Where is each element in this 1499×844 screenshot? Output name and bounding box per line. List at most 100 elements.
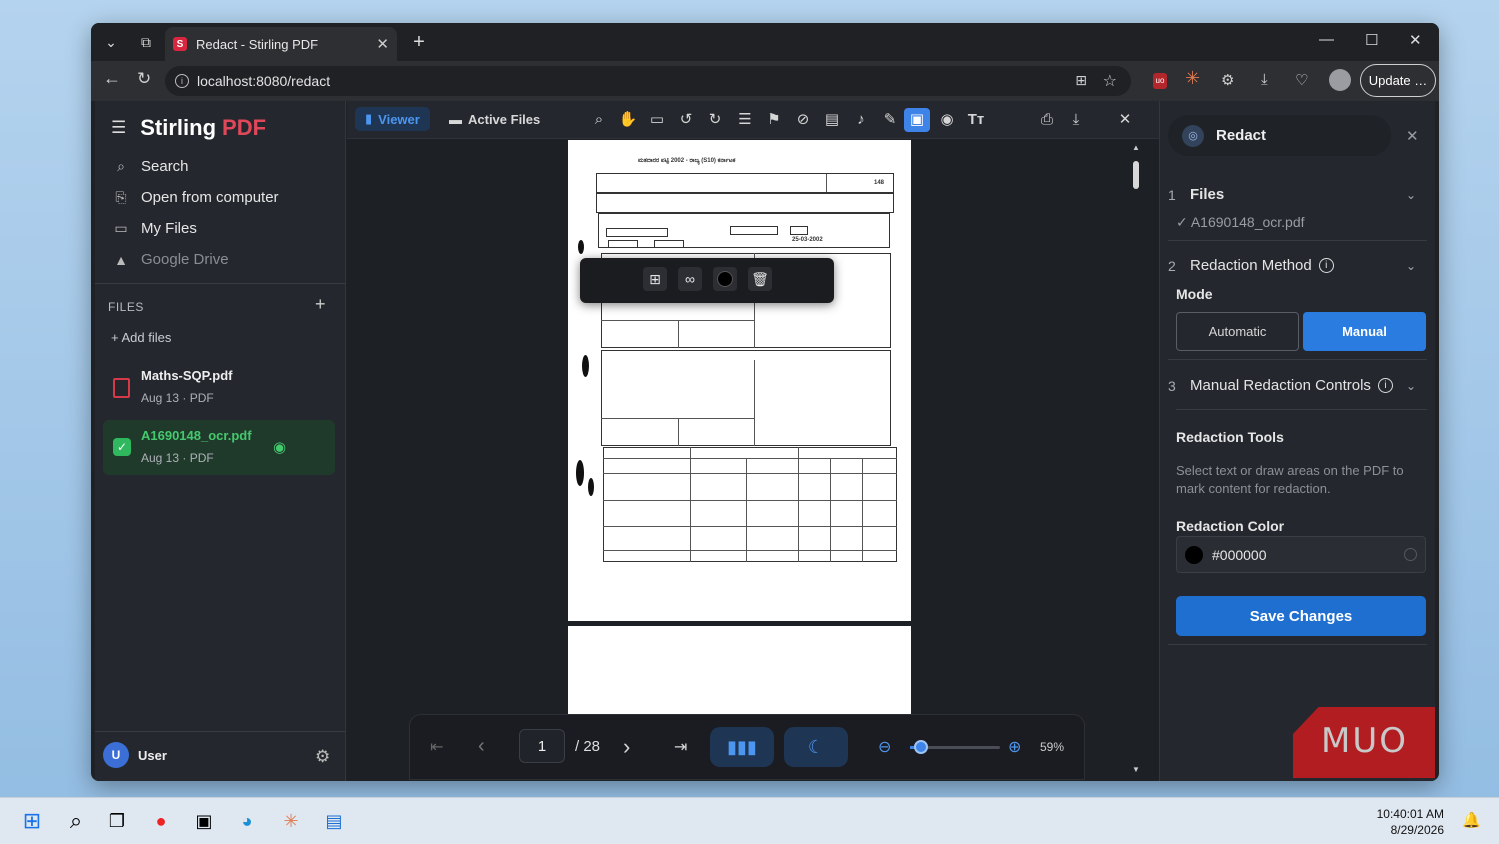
url-field[interactable]: i localhost:8080/redact ⊞ ☆ xyxy=(165,66,1131,96)
notepad-icon[interactable]: ▤ xyxy=(321,808,347,834)
step-redaction-method[interactable]: 2 Redaction Method i xyxy=(1168,257,1334,274)
ruler-icon[interactable]: ▭ xyxy=(647,110,667,130)
download-icon[interactable]: ⤓ xyxy=(1066,110,1086,130)
system-clock[interactable]: 10:40:01 AM 8/29/2026 xyxy=(1377,806,1444,838)
close-window-icon[interactable]: ✕ xyxy=(1409,31,1422,49)
info-icon[interactable]: i xyxy=(1377,378,1393,393)
dark-mode-moon-icon[interactable]: ☾ xyxy=(784,727,848,767)
hamburger-menu-icon[interactable]: ☰ xyxy=(111,118,126,138)
chevron-down-icon[interactable]: ⌄ xyxy=(1406,188,1416,202)
file-card-maths[interactable]: Maths-SQP.pdf Aug 13 · PDF xyxy=(103,360,335,415)
text-icon[interactable]: Tт xyxy=(966,110,986,130)
scroll-thumb[interactable] xyxy=(1133,161,1139,189)
claude-app-icon[interactable]: ✳ xyxy=(278,808,304,834)
step-manual-controls[interactable]: 3 Manual Redaction Controls i xyxy=(1168,377,1393,394)
pdf-page-1[interactable]: ಮತದಾರರ ಪಟ್ಟಿ 2002 - ರಾಜ್ಯ (S10) ಕರ್ನಾಟಕ … xyxy=(568,140,911,621)
maximize-icon[interactable]: ☐ xyxy=(1365,31,1378,49)
youtube-music-icon[interactable]: ● xyxy=(148,808,174,834)
print-icon[interactable]: ⎙ xyxy=(1037,110,1057,130)
zoom-out-icon[interactable]: ⊖ xyxy=(878,737,891,757)
extensions-puzzle-icon[interactable]: ⚙ xyxy=(1221,71,1234,89)
redaction-color-input[interactable]: #000000 xyxy=(1176,536,1426,573)
pan-hand-icon[interactable]: ✋ xyxy=(618,110,638,130)
comment-icon[interactable]: ▤ xyxy=(822,110,842,130)
nav-google-drive[interactable]: ▲ Google Drive xyxy=(113,251,228,268)
search-icon[interactable]: ⌕ xyxy=(63,808,89,834)
terminal-icon[interactable]: ▣ xyxy=(191,808,217,834)
color-dot-icon[interactable] xyxy=(713,267,737,291)
edge-browser-icon[interactable]: ◕ xyxy=(234,808,260,834)
mode-manual-button[interactable]: Manual xyxy=(1303,312,1426,351)
browser-essentials-icon[interactable]: ♡ xyxy=(1295,71,1308,89)
mode-automatic-button[interactable]: Automatic xyxy=(1176,312,1299,351)
redaction-box[interactable] xyxy=(608,240,638,248)
zoom-in-icon[interactable]: ⊕ xyxy=(1008,737,1021,757)
audio-icon[interactable]: ♪ xyxy=(851,110,871,130)
attachment-icon[interactable]: ⊘ xyxy=(793,110,813,130)
info-icon[interactable]: i xyxy=(1318,258,1334,273)
task-view-icon[interactable]: ❐ xyxy=(104,808,130,834)
nav-search[interactable]: ⌕ Search xyxy=(113,158,188,175)
notification-bell-icon[interactable]: 🔔 xyxy=(1462,811,1481,829)
gear-icon[interactable]: ⚙ xyxy=(315,747,330,767)
favorite-star-icon[interactable]: ☆ xyxy=(1103,71,1117,91)
rotate-right-icon[interactable]: ↻ xyxy=(705,110,725,130)
close-tab-icon[interactable]: ✕ xyxy=(376,35,389,53)
zoom-slider-handle[interactable] xyxy=(913,740,928,754)
update-button[interactable]: Update … xyxy=(1360,64,1436,97)
back-arrow-icon[interactable]: ← xyxy=(103,68,121,89)
tab-active-files[interactable]: ▬ Active Files xyxy=(439,107,550,131)
redaction-box[interactable] xyxy=(654,240,684,248)
scrollbar[interactable]: ▲ ▼ xyxy=(1131,141,1141,781)
search-icon[interactable]: ⌕ xyxy=(589,110,609,130)
last-page-icon[interactable]: ⇥ xyxy=(674,737,687,757)
claude-extension-icon[interactable]: ✳ xyxy=(1185,68,1200,89)
close-panel-icon[interactable]: ✕ xyxy=(1406,127,1419,145)
user-profile[interactable]: U User xyxy=(103,742,167,768)
close-viewer-icon[interactable]: ✕ xyxy=(1115,110,1135,130)
site-info-icon[interactable]: i xyxy=(175,74,189,88)
profile-avatar-icon[interactable] xyxy=(1329,69,1351,91)
checkbox-checked-icon[interactable]: ✓ xyxy=(113,438,131,456)
reload-icon[interactable]: ↻ xyxy=(137,69,151,89)
workspaces-icon[interactable]: ⧉ xyxy=(131,29,161,55)
pen-icon[interactable]: ✎ xyxy=(880,110,900,130)
eye-icon[interactable]: ◉ xyxy=(273,438,286,456)
save-changes-button[interactable]: Save Changes xyxy=(1176,596,1426,636)
add-file-plus-icon[interactable]: + xyxy=(315,294,326,315)
ublock-extension-icon[interactable]: uo xyxy=(1153,73,1167,89)
list-icon[interactable]: ☰ xyxy=(735,110,755,130)
new-tab-plus-icon[interactable]: + xyxy=(404,29,434,55)
windows-start-icon[interactable]: ⊞ xyxy=(19,808,45,834)
redact-icon[interactable]: ▣ xyxy=(904,108,930,132)
browser-tab-active[interactable]: S Redact - Stirling PDF ✕ xyxy=(165,27,397,61)
nav-open-from-computer[interactable]: ⎘ Open from computer xyxy=(113,189,278,206)
pdf-page-2[interactable] xyxy=(568,626,911,716)
first-page-icon[interactable]: ⇤ xyxy=(430,737,443,757)
downloads-icon[interactable]: ⤓ xyxy=(1261,71,1268,88)
file-card-a1690148[interactable]: ✓ A1690148_ocr.pdf Aug 13 · PDF ◉ xyxy=(103,420,335,475)
link-icon[interactable]: ∞ xyxy=(678,267,702,291)
scroll-up-icon[interactable]: ▲ xyxy=(1132,143,1140,152)
bookmark-icon[interactable]: ⚑ xyxy=(764,110,784,130)
app-available-icon[interactable]: ⊞ xyxy=(1075,72,1087,89)
minimize-icon[interactable]: — xyxy=(1319,31,1334,48)
redaction-box[interactable] xyxy=(790,226,808,235)
chevron-down-icon[interactable]: ⌄ xyxy=(1406,259,1416,273)
color-picker-icon[interactable] xyxy=(1404,548,1417,561)
dual-page-view-icon[interactable]: ▮▮▮ xyxy=(710,727,774,767)
tab-list-chevron-icon[interactable]: ⌄ xyxy=(96,29,126,55)
next-page-icon[interactable]: › xyxy=(623,734,630,760)
add-files-link[interactable]: + Add files xyxy=(111,330,171,345)
scroll-down-icon[interactable]: ▼ xyxy=(1132,765,1140,774)
prev-page-icon[interactable]: ‹ xyxy=(478,735,485,758)
trash-icon[interactable]: 🗑 xyxy=(748,267,772,291)
redaction-box[interactable] xyxy=(606,228,668,237)
step-files[interactable]: 1 Files xyxy=(1168,186,1224,203)
apply-redaction-icon[interactable]: ⊞ xyxy=(643,267,667,291)
page-number-input[interactable]: 1 xyxy=(519,729,565,763)
rotate-left-icon[interactable]: ↺ xyxy=(676,110,696,130)
nav-my-files[interactable]: ▭ My Files xyxy=(113,220,196,237)
eye-icon[interactable]: ◉ xyxy=(937,110,957,130)
tab-viewer[interactable]: ▮ Viewer xyxy=(355,107,430,131)
